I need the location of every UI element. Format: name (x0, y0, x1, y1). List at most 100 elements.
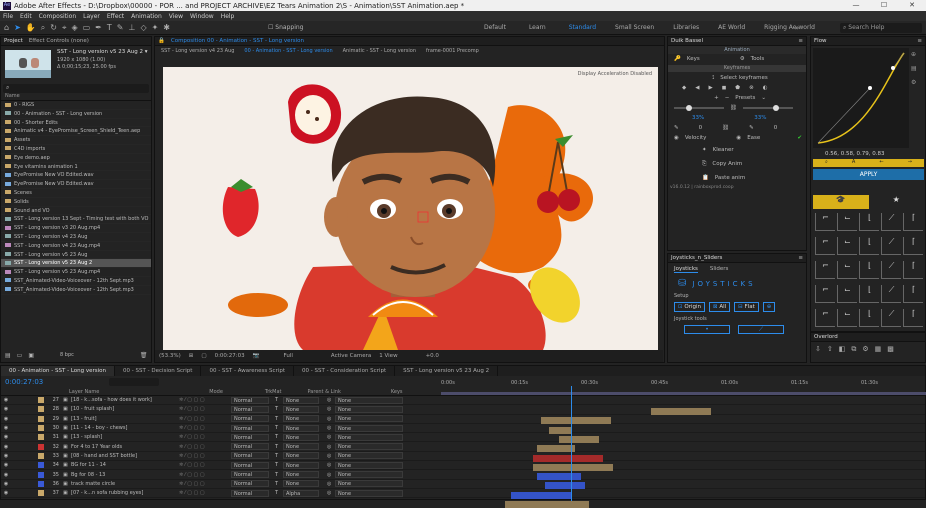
flow-settings-icon[interactable]: ⚙ (911, 79, 917, 86)
panel-menu-icon[interactable]: ≡ (798, 255, 806, 261)
bezier-icon[interactable]: ▶ (708, 85, 712, 91)
project-item[interactable]: SST - Long version v5 23 Aug.mp4 (1, 268, 151, 277)
project-item[interactable]: SST - Long version v4 23 Aug.mp4 (1, 242, 151, 251)
easing-preset-icon[interactable]: ⌙ (837, 213, 857, 231)
tools-button[interactable]: Tools (751, 56, 765, 62)
apply-check-icon[interactable]: ✔ (797, 135, 802, 141)
label-color-swatch[interactable] (38, 480, 44, 487)
visibility-eye-icon[interactable]: ◉ (1, 481, 11, 487)
layer-duration-bar[interactable] (505, 501, 589, 508)
workspace-ae-world[interactable]: AE World (718, 24, 745, 31)
work-area-bar[interactable] (441, 392, 926, 395)
maximize-button[interactable]: ☐ (870, 0, 898, 11)
influence-slider-left[interactable] (674, 105, 724, 111)
brush-tool-icon[interactable]: ✎ (117, 23, 124, 33)
easing-preset-icon[interactable]: ⟋ (881, 309, 901, 327)
project-item[interactable]: 00 - Animation - SST - Long version (1, 110, 151, 119)
visibility-eye-icon[interactable]: ◉ (1, 397, 11, 403)
preserve-transparency-icon[interactable]: T (275, 444, 283, 450)
panel-menu-icon[interactable]: ≡ (917, 38, 925, 44)
easing-preset-icon[interactable]: ⟋ (881, 285, 901, 303)
tab-effect-controls[interactable]: Effect Controls (none) (29, 38, 89, 44)
easing-preset-icon[interactable]: ⌐ (815, 261, 835, 279)
switches-icon[interactable]: ✲ ⁄ ▢ ▢ ▢ (179, 453, 231, 459)
time-ruler[interactable]: 0:00s 00:15s 00:30s 00:45s 01:00s 01:15s 01:30… (441, 378, 926, 398)
composition-canvas[interactable]: Display Acceleration Disabled (163, 67, 658, 350)
trkmat-dropdown[interactable]: None (283, 405, 319, 413)
layer-duration-bar[interactable] (559, 435, 599, 443)
mode-dropdown[interactable]: Normal (231, 433, 269, 441)
workspace-rigging[interactable]: Rigging Ae world (764, 24, 815, 31)
exposure-value[interactable]: +0.0 (426, 353, 439, 359)
project-item[interactable]: Sound and VO (1, 207, 151, 216)
layer-duration-bar[interactable] (511, 491, 571, 499)
joystick-tool-point-icon[interactable]: • (684, 325, 730, 334)
trkmat-dropdown[interactable]: None (283, 415, 319, 423)
parent-dropdown[interactable]: None (335, 396, 403, 404)
workspace-menu-icon[interactable]: » (795, 24, 799, 32)
mode-dropdown[interactable]: Normal (231, 396, 269, 404)
easing-preset-icon[interactable]: ⌊ (859, 213, 879, 231)
mode-dropdown[interactable]: Normal (231, 480, 269, 488)
parent-dropdown[interactable]: None (335, 415, 403, 423)
layer-duration-bar[interactable] (533, 454, 603, 462)
layer-duration-bar[interactable] (533, 463, 613, 471)
crumb-1[interactable]: SST - Long version v4 23 Aug (161, 48, 234, 54)
flow-values[interactable]: 0.56, 0.58, 0.79, 0.83 (825, 151, 884, 157)
mode-dropdown[interactable]: Normal (231, 415, 269, 423)
ease-checkbox[interactable]: Ease (747, 135, 760, 141)
label-color-swatch[interactable] (38, 434, 44, 441)
paste-anim-button[interactable]: Paste anim (715, 175, 745, 181)
mode-dropdown[interactable]: Normal (231, 443, 269, 451)
layer-name[interactable]: [08 - hand and SST bottle] (71, 453, 179, 459)
visibility-eye-icon[interactable]: ◉ (1, 425, 11, 431)
project-item[interactable]: Eye vitamins animation 1 (1, 163, 151, 172)
auto-icon[interactable]: ⊗ (749, 85, 754, 91)
star-icon[interactable]: ★ (869, 195, 925, 209)
tab-project[interactable]: Project (4, 38, 23, 44)
toggle-alpha-icon[interactable]: ⊞ (189, 353, 194, 359)
selection-tool-icon[interactable]: ➤ (14, 23, 21, 33)
switches-icon[interactable]: ✲ ⁄ ▢ ▢ ▢ (179, 397, 231, 403)
stamp-tool-icon[interactable]: ⊥ (128, 23, 135, 33)
layer-name[interactable]: [11 - 14 - boy - chews] (71, 425, 179, 431)
crumb-2[interactable]: 00 - Animation - SST - Long version (244, 48, 332, 54)
overlord-import-icon[interactable]: ⇩ (815, 345, 821, 354)
project-item[interactable]: SST - Long version 13 Sept - Timing test… (1, 215, 151, 225)
project-search-input[interactable]: ⌕ (3, 84, 149, 93)
continuous-icon[interactable]: ◐ (763, 85, 768, 91)
parent-dropdown[interactable]: None (335, 405, 403, 413)
easing-preset-icon[interactable]: ⌊ (859, 261, 879, 279)
tab-joysticks-n-sliders[interactable]: Joysticks_n_Sliders (671, 255, 722, 261)
preserve-transparency-icon[interactable]: T (275, 434, 283, 440)
layer-duration-bar[interactable] (537, 473, 581, 481)
project-item[interactable]: SST_Animated-Video-Voiceover - 12th Sept… (1, 286, 151, 295)
pickwhip-icon[interactable]: ◎ (327, 425, 335, 431)
label-color-swatch[interactable] (38, 443, 44, 450)
easing-preset-icon[interactable]: ⌊ (859, 237, 879, 255)
label-color-swatch[interactable] (38, 452, 44, 459)
project-item[interactable]: EyePromise New VO Edited.wav (1, 180, 151, 189)
switches-icon[interactable]: ✲ ⁄ ▢ ▢ ▢ (179, 481, 231, 487)
visibility-eye-icon[interactable]: ◉ (1, 444, 11, 450)
all-button[interactable]: ⊠ All (708, 302, 731, 312)
label-color-swatch[interactable] (38, 406, 44, 413)
roving-icon[interactable]: ⬟ (735, 85, 740, 91)
workspace-standard[interactable]: Standard (569, 24, 596, 31)
puppet-tool-icon[interactable]: ✱ (163, 23, 170, 33)
camera-dropdown[interactable]: Active Camera (331, 353, 371, 359)
parent-dropdown[interactable]: None (335, 480, 403, 488)
menu-layer[interactable]: Layer (83, 13, 100, 20)
easing-preset-icon[interactable]: ⟋ (881, 237, 901, 255)
influence-slider-right[interactable] (742, 105, 793, 111)
flow-library-icon[interactable]: ▤ (911, 65, 917, 72)
trkmat-dropdown[interactable]: None (283, 480, 319, 488)
label-color-swatch[interactable] (38, 462, 44, 469)
label-color-swatch[interactable] (38, 471, 44, 478)
project-item[interactable]: Eye demo.aep (1, 154, 151, 163)
overlord-link-icon[interactable]: ⧉ (851, 345, 856, 354)
flow-prev-icon[interactable]: ← (879, 159, 883, 167)
parent-dropdown[interactable]: None (335, 424, 403, 432)
project-item[interactable]: 0 - RIGS (1, 101, 151, 110)
trkmat-dropdown[interactable]: Alpha (283, 489, 319, 497)
